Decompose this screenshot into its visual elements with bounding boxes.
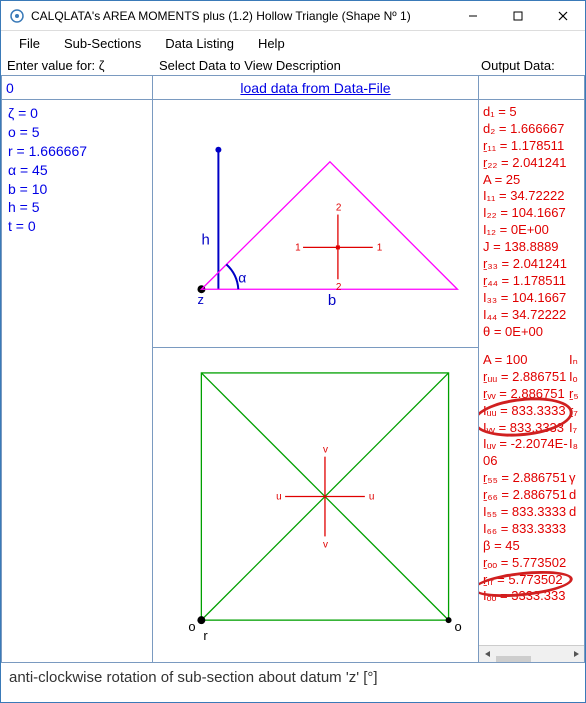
svg-text:1: 1 [377,242,383,253]
output-item: I₂₂ = 104.1667 [483,205,580,222]
value-input[interactable] [1,75,153,100]
output-item: ṟ₄₄ = 1.178511 [483,273,580,290]
svg-text:2: 2 [336,203,342,214]
output-item: d [569,504,576,521]
output-item: γ [569,470,576,487]
output-item: I₆₆ = 833.3333 [483,521,580,538]
svg-text:h: h [201,231,209,248]
select-data-label: Select Data to View Description [155,58,477,73]
output-item: A = 25 [483,172,580,189]
output-item: β = 45 [483,538,580,555]
link-cell: load data from Data-File [153,75,479,100]
input-item: r = 1.666667 [8,142,146,161]
main-row: ζ = 0 o = 5 r = 1.666667 α = 45 b = 10 h… [1,100,585,663]
svg-text:o: o [455,619,462,634]
output-item: I₁₂ = 0E+00 [483,222,580,239]
output-header-cell [479,75,585,100]
maximize-button[interactable] [495,1,540,31]
input-item: α = 45 [8,161,146,180]
output-item: ṟᵣᵣ = 5.773502 [483,572,580,589]
scroll-right-button[interactable] [567,646,584,663]
input-item: b = 10 [8,180,146,199]
diagram-triangle[interactable]: z α h b 2 2 1 1 [153,100,479,348]
output-item: I₇ [569,420,577,437]
output-list-2[interactable]: A = 100Iₙ ṟᵤᵤ = 2.886751Iₒ ṟᵥᵥ = 2.88675… [479,348,584,645]
output-item: ṟ₆₆ = 2.886751 [483,487,569,504]
input-item: o = 5 [8,123,146,142]
titlebar: CALQLATA's AREA MOMENTS plus (1.2) Hollo… [1,1,585,31]
output-item: J = 138.8889 [483,239,580,256]
minimize-button[interactable] [450,1,495,31]
load-data-link[interactable]: load data from Data-File [240,80,390,96]
output-item: ṟ₅₅ = 2.886751 [483,470,569,487]
output-list-1[interactable]: d₁ = 5 d₂ = 1.666667 ṟ₁₁ = 1.178511 ṟ₂₂ … [479,100,584,348]
output-item: Iₒ [569,369,578,386]
svg-text:2: 2 [336,282,342,293]
output-item: Iₙ [569,352,578,369]
status-text: anti-clockwise rotation of sub-section a… [9,669,378,686]
menubar: File Sub-Sections Data Listing Help [1,31,585,55]
output-item: ṟ₃₃ = 2.041241 [483,256,580,273]
svg-text:1: 1 [295,242,301,253]
output-data-label: Output Data: [477,58,583,73]
output-item: ṟᵥᵥ = 2.886751 [483,386,569,403]
output-item: I₁₁ = 34.72222 [483,188,580,205]
output-item: d₂ = 1.666667 [483,121,580,138]
diagram-square[interactable]: v v u u o o r [153,348,479,663]
output-item: Iₒₒ = 3333.333 [483,588,580,605]
status-bar: anti-clockwise rotation of sub-section a… [1,663,585,699]
output-item: Iᵥᵥ = 833.3333 [483,420,569,437]
scroll-thumb[interactable] [496,656,531,663]
input-list[interactable]: ζ = 0 o = 5 r = 1.666667 α = 45 b = 10 h… [1,100,153,663]
window-title: CALQLATA's AREA MOMENTS plus (1.2) Hollo… [31,9,450,23]
output-item: Iᵤᵥ = -2.2074E-06 [483,436,569,470]
output-item: d [569,487,576,504]
output-item: ṟₒₒ = 5.773502 [483,555,580,572]
horizontal-scrollbar[interactable] [479,645,584,662]
input-item: t = 0 [8,217,146,236]
output-item: ṟ₅ [569,386,579,403]
center-pane: z α h b 2 2 1 1 [153,100,479,663]
menu-file[interactable]: File [7,33,52,54]
svg-text:α: α [238,269,246,285]
output-item: θ = 0E+00 [483,324,580,341]
svg-text:b: b [328,292,336,309]
close-button[interactable] [540,1,585,31]
output-item: I₃₃ = 104.1667 [483,290,580,307]
enter-value-label: Enter value for: ζ [3,58,155,73]
input-item: h = 5 [8,198,146,217]
svg-text:u: u [369,492,375,503]
output-item: d₁ = 5 [483,104,580,121]
output-item: ṟᵤᵤ = 2.886751 [483,369,569,386]
output-item: I₅₅ = 833.3333 [483,504,569,521]
app-icon [9,8,25,24]
output-item: Iᵤᵤ = 833.3333 [483,403,569,420]
svg-text:r: r [203,628,208,643]
svg-text:o: o [188,619,195,634]
input-item: ζ = 0 [8,104,146,123]
output-item: A = 100 [483,352,569,369]
output-item: ṟ₁₁ = 1.178511 [483,138,580,155]
input-row: load data from Data-File [1,75,585,100]
svg-text:v: v [323,445,328,456]
output-item: ṟ₇ [569,403,578,420]
svg-text:v: v [323,539,328,550]
label-row: Enter value for: ζ Select Data to View D… [1,55,585,75]
menu-data-listing[interactable]: Data Listing [153,33,246,54]
svg-text:u: u [276,492,282,503]
menu-sub-sections[interactable]: Sub-Sections [52,33,153,54]
menu-help[interactable]: Help [246,33,297,54]
output-item: I₈ [569,436,578,470]
output-item: I₄₄ = 34.72222 [483,307,580,324]
svg-text:z: z [197,292,203,307]
scroll-left-button[interactable] [479,646,496,663]
output-item: ṟ₂₂ = 2.041241 [483,155,580,172]
output-pane: d₁ = 5 d₂ = 1.666667 ṟ₁₁ = 1.178511 ṟ₂₂ … [479,100,585,663]
